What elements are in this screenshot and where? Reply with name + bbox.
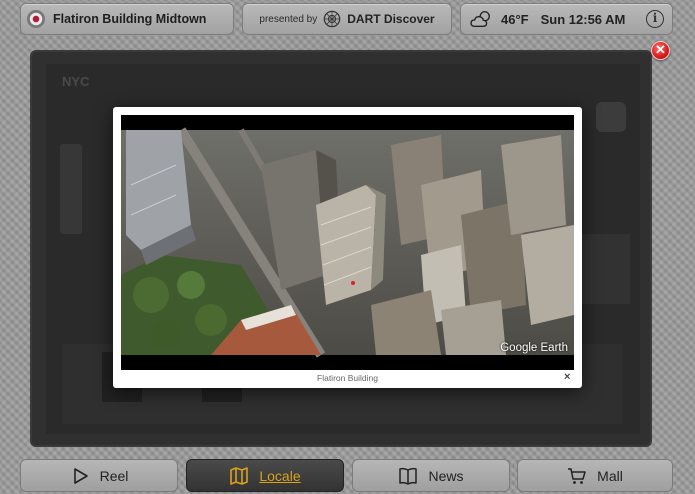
tab-mall-label: Mall [597, 467, 623, 484]
close-panel-button[interactable]: ✕ [651, 41, 670, 60]
sponsor-name: DART Discover [347, 12, 435, 26]
temperature: 46°F [501, 11, 529, 27]
date-time: Sun 12:56 AM [540, 11, 626, 27]
location-pill[interactable]: Flatiron Building Midtown [20, 3, 234, 35]
play-icon [73, 467, 88, 484]
dart-logo-icon [323, 10, 341, 28]
video-caption: Flatiron Building [317, 373, 378, 383]
tab-news-label: News [428, 467, 464, 484]
top-bar: Flatiron Building Midtown presented by D… [20, 3, 673, 35]
tab-news[interactable]: News [352, 459, 510, 492]
tab-locale[interactable]: Locale [186, 459, 344, 492]
cloud-sun-icon [470, 11, 490, 27]
aerial-video[interactable]: Google Earth [121, 115, 574, 370]
google-earth-watermark: Google Earth [500, 342, 568, 354]
weather-pill[interactable]: 46°F Sun 12:56 AM i [460, 3, 673, 35]
tab-reel[interactable]: Reel [20, 459, 178, 492]
bottom-nav: Reel Locale News Mall [20, 459, 673, 492]
cart-icon [568, 467, 586, 484]
tab-locale-label: Locale [259, 467, 301, 484]
map-icon [230, 466, 249, 485]
video-modal: Google Earth Flatiron Building × [113, 107, 582, 388]
tab-mall[interactable]: Mall [517, 459, 673, 492]
aerial-city-image [121, 115, 574, 370]
info-icon[interactable]: i [646, 10, 664, 28]
book-icon [399, 467, 418, 485]
sponsor-pill[interactable]: presented by DART Discover [242, 3, 452, 35]
presented-by-label: presented by [259, 13, 318, 25]
location-pin-icon [27, 10, 45, 28]
location-title: Flatiron Building Midtown [53, 12, 207, 26]
modal-close-icon[interactable]: × [564, 371, 570, 383]
tab-reel-label: Reel [99, 467, 129, 484]
